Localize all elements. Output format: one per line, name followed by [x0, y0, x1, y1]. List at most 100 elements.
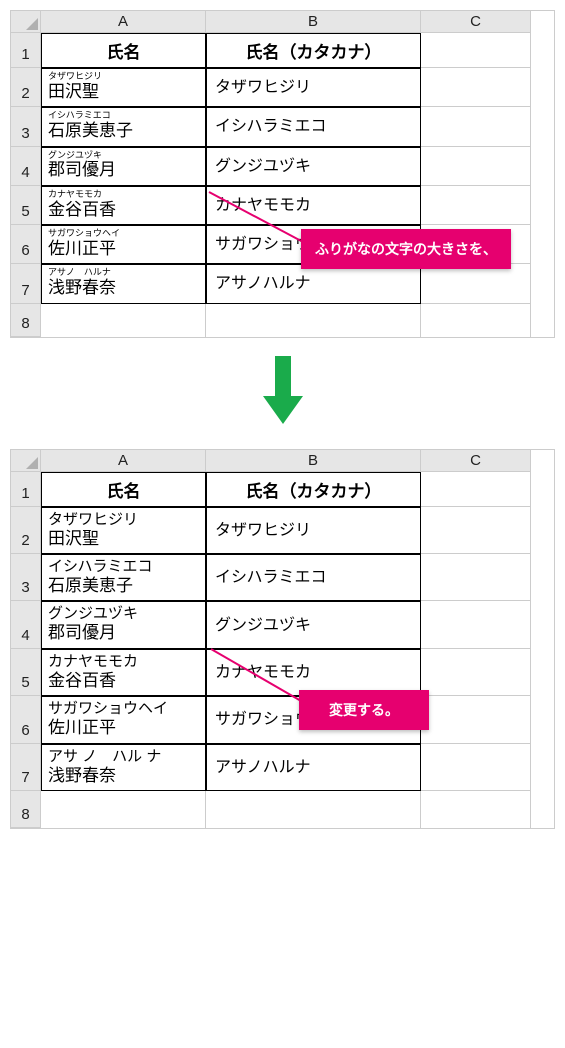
furigana: タザワヒジリ	[48, 72, 199, 82]
cell-katakana[interactable]: アサノハルナ	[206, 744, 421, 791]
cell-katakana[interactable]: イシハラミエコ	[206, 107, 421, 146]
furigana: カナヤモモカ	[48, 190, 199, 200]
row-header[interactable]: 3	[11, 107, 41, 146]
cell-katakana[interactable]: アサノハルナ	[206, 264, 421, 303]
cell-name[interactable]: タザワヒジリ 田沢聖	[41, 507, 206, 554]
header-name[interactable]: 氏名	[41, 33, 206, 68]
cell-name[interactable]: イシハラミエコ 石原美恵子	[41, 554, 206, 601]
katakana-text: グンジユヅキ	[213, 151, 311, 182]
cell-empty[interactable]	[206, 791, 421, 828]
col-header-c[interactable]: C	[421, 11, 531, 33]
cell-c[interactable]	[421, 554, 531, 601]
cell-c[interactable]	[421, 186, 531, 225]
cell-name[interactable]: グンジユヅキ 郡司優月	[41, 601, 206, 648]
katakana-text: タザワヒジリ	[213, 511, 311, 550]
row-header[interactable]: 4	[11, 147, 41, 186]
kanji-name: 石原美恵子	[48, 576, 199, 596]
cell-c1[interactable]	[421, 472, 531, 507]
row-header[interactable]: 2	[11, 68, 41, 107]
cell-c[interactable]	[421, 264, 531, 303]
select-all-corner[interactable]	[11, 450, 41, 472]
cell-c[interactable]	[421, 744, 531, 791]
col-header-b[interactable]: B	[206, 450, 421, 472]
row-header[interactable]: 5	[11, 186, 41, 225]
cell-empty[interactable]	[421, 304, 531, 337]
cell-name[interactable]: アサ ノ ハル ナ 浅野春奈	[41, 744, 206, 791]
katakana-text: アサノハルナ	[213, 748, 311, 787]
cell-c1[interactable]	[421, 33, 531, 68]
cell-c[interactable]	[421, 107, 531, 146]
furigana: カナヤモモカ	[48, 653, 199, 671]
kanji-name: 郡司優月	[48, 623, 199, 643]
cell-name[interactable]: カナヤモモカ 金谷百香	[41, 649, 206, 696]
cell-katakana[interactable]: イシハラミエコ	[206, 554, 421, 601]
spreadsheet-before: A B C 1 氏名 氏名（カタカナ） 2 タザワヒジリ 田沢聖 タザワヒジリ …	[10, 10, 555, 338]
row-header[interactable]: 1	[11, 472, 41, 507]
cell-empty[interactable]	[206, 304, 421, 337]
row-header[interactable]: 5	[11, 649, 41, 696]
cell-name[interactable]: タザワヒジリ 田沢聖	[41, 68, 206, 107]
cell-name[interactable]: カナヤモモカ 金谷百香	[41, 186, 206, 225]
cell-name[interactable]: イシハラミエコ 石原美恵子	[41, 107, 206, 146]
cell-empty[interactable]	[41, 304, 206, 337]
cell-c[interactable]	[421, 68, 531, 107]
arrow-down	[10, 338, 555, 449]
select-all-corner[interactable]	[11, 11, 41, 33]
col-header-a[interactable]: A	[41, 11, 206, 33]
row-header[interactable]: 7	[11, 264, 41, 303]
cell-name[interactable]: グンジユヅキ 郡司優月	[41, 147, 206, 186]
col-header-c[interactable]: C	[421, 450, 531, 472]
spreadsheet-after: A B C 1 氏名 氏名（カタカナ） 2 タザワヒジリ 田沢聖 タザワヒジリ …	[10, 449, 555, 829]
furigana: アサノ ハルナ	[48, 268, 199, 278]
katakana-text: タザワヒジリ	[213, 72, 311, 103]
cell-katakana[interactable]: タザワヒジリ	[206, 507, 421, 554]
cell-katakana[interactable]: グンジユヅキ	[206, 601, 421, 648]
cell-empty[interactable]	[421, 791, 531, 828]
katakana-text: グンジユヅキ	[213, 605, 311, 644]
row-header[interactable]: 3	[11, 554, 41, 601]
kanji-name: 田沢聖	[48, 82, 199, 102]
row-header[interactable]: 1	[11, 33, 41, 68]
furigana: サガワショウヘイ	[48, 229, 199, 239]
cell-c[interactable]	[421, 649, 531, 696]
katakana-text: イシハラミエコ	[213, 558, 327, 597]
row-header[interactable]: 7	[11, 744, 41, 791]
katakana-text: カナヤモモカ	[213, 190, 311, 221]
furigana: グンジユヅキ	[48, 605, 199, 623]
header-name[interactable]: 氏名	[41, 472, 206, 507]
cell-name[interactable]: サガワショウヘイ 佐川正平	[41, 225, 206, 264]
row-header[interactable]: 2	[11, 507, 41, 554]
furigana: サガワショウヘイ	[48, 700, 199, 718]
cell-c[interactable]	[421, 696, 531, 743]
callout-before: ふりがなの文字の大きさを、	[301, 229, 511, 269]
row-header[interactable]: 8	[11, 304, 41, 337]
furigana: イシハラミエコ	[48, 558, 199, 576]
cell-name[interactable]: アサノ ハルナ 浅野春奈	[41, 264, 206, 303]
cell-empty[interactable]	[41, 791, 206, 828]
cell-name[interactable]: サガワショウヘイ 佐川正平	[41, 696, 206, 743]
header-katakana[interactable]: 氏名（カタカナ）	[206, 33, 421, 68]
cell-c[interactable]	[421, 601, 531, 648]
cell-c[interactable]	[421, 507, 531, 554]
furigana: タザワヒジリ	[48, 511, 199, 529]
katakana-text: イシハラミエコ	[213, 111, 327, 142]
row-header[interactable]: 8	[11, 791, 41, 828]
furigana: イシハラミエコ	[48, 111, 199, 121]
furigana: グンジユヅキ	[48, 151, 199, 161]
row-header[interactable]: 6	[11, 225, 41, 264]
katakana-text: アサノハルナ	[213, 268, 311, 299]
cell-katakana[interactable]: タザワヒジリ	[206, 68, 421, 107]
header-katakana[interactable]: 氏名（カタカナ）	[206, 472, 421, 507]
cell-c[interactable]	[421, 147, 531, 186]
kanji-name: 田沢聖	[48, 529, 199, 549]
cell-katakana[interactable]: グンジユヅキ	[206, 147, 421, 186]
callout-after: 変更する。	[299, 690, 429, 730]
kanji-name: 浅野春奈	[48, 766, 199, 786]
kanji-name: 石原美恵子	[48, 121, 199, 141]
kanji-name: 浅野春奈	[48, 278, 199, 298]
row-header[interactable]: 6	[11, 696, 41, 743]
col-header-b[interactable]: B	[206, 11, 421, 33]
row-header[interactable]: 4	[11, 601, 41, 648]
kanji-name: 佐川正平	[48, 718, 199, 738]
col-header-a[interactable]: A	[41, 450, 206, 472]
